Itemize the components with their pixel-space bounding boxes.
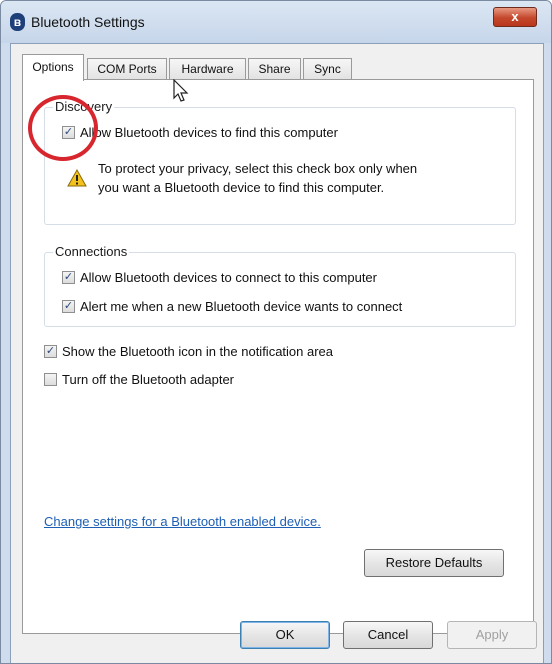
apply-button[interactable]: Apply	[447, 621, 537, 649]
alert-new-label: Alert me when a new Bluetooth device wan…	[80, 299, 403, 314]
window-title: Bluetooth Settings	[31, 14, 145, 30]
checkbox-box[interactable]	[44, 373, 57, 386]
show-icon-checkbox[interactable]: ✓ Show the Bluetooth icon in the notific…	[44, 344, 484, 360]
discovery-group: Discovery ✓ Allow Bluetooth devices to f…	[44, 99, 516, 225]
ok-button[interactable]: OK	[240, 621, 330, 649]
warning-icon	[67, 169, 87, 187]
checkbox-box[interactable]: ✓	[44, 345, 57, 358]
options-panel: Discovery ✓ Allow Bluetooth devices to f…	[22, 79, 534, 634]
tab-sync[interactable]: Sync	[303, 58, 352, 80]
show-icon-label: Show the Bluetooth icon in the notificat…	[62, 344, 334, 359]
warning-line-1: To protect your privacy, select this che…	[98, 161, 418, 176]
turn-off-checkbox[interactable]: Turn off the Bluetooth adapter	[44, 372, 484, 388]
checkbox-box[interactable]: ✓	[62, 271, 75, 284]
tab-hardware[interactable]: Hardware	[169, 58, 246, 80]
bluetooth-icon: ʙ	[10, 13, 25, 31]
turn-off-label: Turn off the Bluetooth adapter	[62, 372, 235, 387]
tab-options[interactable]: Options	[22, 54, 84, 81]
checkbox-box[interactable]: ✓	[62, 126, 75, 139]
allow-connect-checkbox[interactable]: ✓ Allow Bluetooth devices to connect to …	[62, 270, 502, 286]
warning-line-2: you want a Bluetooth device to find this…	[98, 180, 385, 195]
change-settings-link[interactable]: Change settings for a Bluetooth enabled …	[44, 514, 321, 529]
checkbox-box[interactable]: ✓	[62, 300, 75, 313]
title-bar[interactable]: ʙ Bluetooth Settings x	[1, 1, 551, 43]
connections-group: Connections ✓ Allow Bluetooth devices to…	[44, 244, 516, 327]
close-button[interactable]: x	[493, 7, 537, 27]
allow-find-label: Allow Bluetooth devices to find this com…	[80, 125, 338, 140]
mouse-cursor-icon	[173, 79, 189, 102]
bluetooth-settings-window: ʙ Bluetooth Settings x Options COM Ports…	[0, 0, 552, 664]
allow-connect-label: Allow Bluetooth devices to connect to th…	[80, 270, 377, 285]
tab-share[interactable]: Share	[248, 58, 301, 80]
tab-com-ports[interactable]: COM Ports	[87, 58, 167, 80]
allow-find-checkbox[interactable]: ✓ Allow Bluetooth devices to find this c…	[62, 125, 502, 141]
dialog-client: Options COM Ports Hardware Share Sync Di…	[10, 43, 544, 663]
discovery-group-title: Discovery	[53, 99, 115, 114]
alert-new-checkbox[interactable]: ✓ Alert me when a new Bluetooth device w…	[62, 299, 502, 315]
connections-group-title: Connections	[53, 244, 130, 259]
restore-defaults-button[interactable]: Restore Defaults	[364, 549, 504, 577]
cancel-button[interactable]: Cancel	[343, 621, 433, 649]
